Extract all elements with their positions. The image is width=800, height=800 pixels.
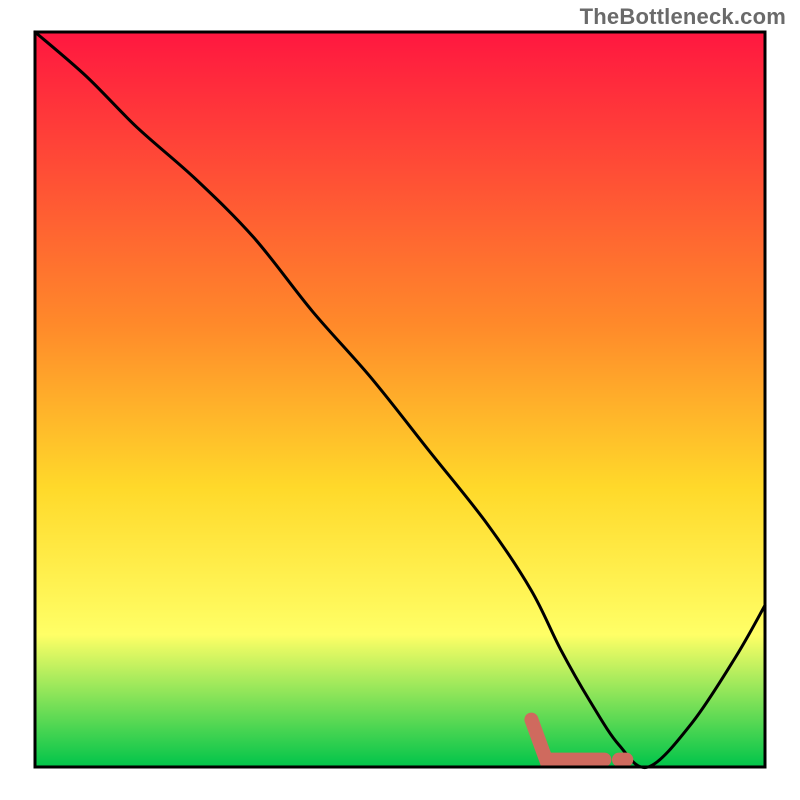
gradient-background <box>35 32 765 767</box>
bottleneck-chart <box>0 0 800 800</box>
